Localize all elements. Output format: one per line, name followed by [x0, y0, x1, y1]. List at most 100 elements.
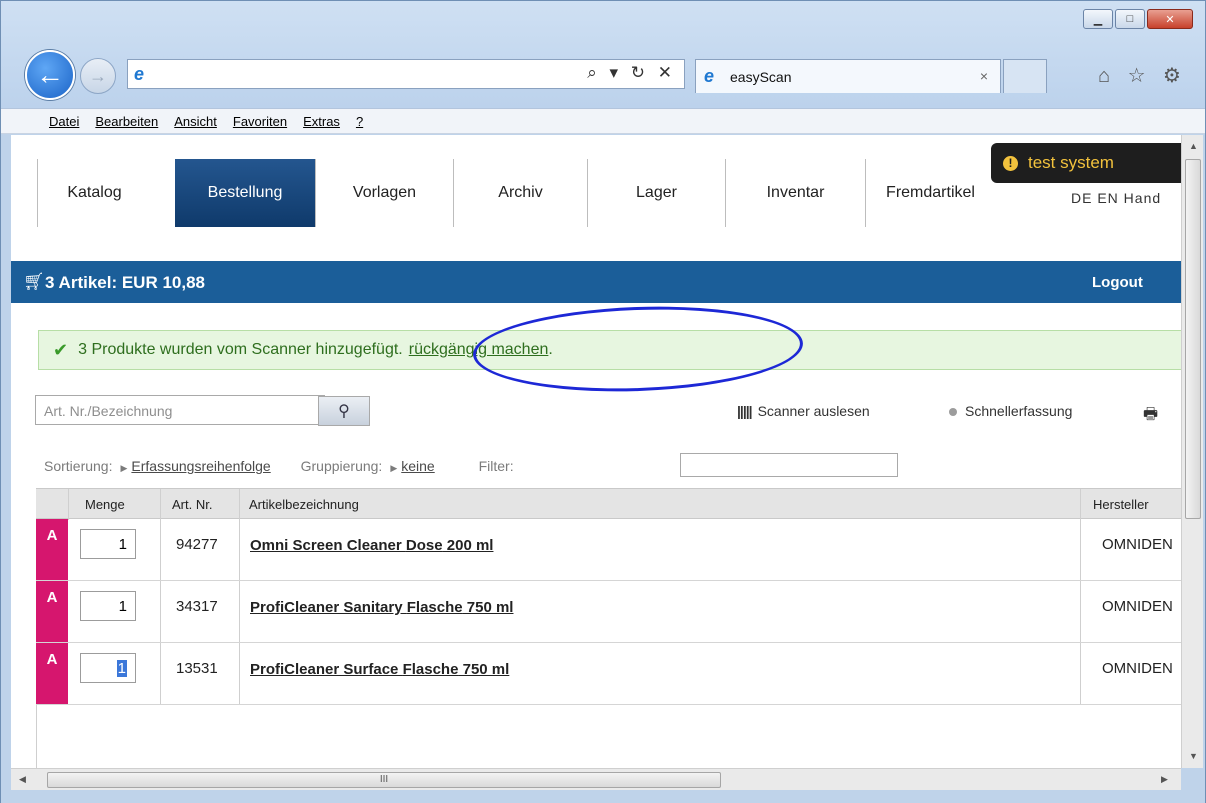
row-category-badge: A — [36, 643, 68, 704]
quick-entry-toggle[interactable]: Schnellerfassung — [949, 403, 1072, 419]
header-hersteller[interactable]: Hersteller — [1093, 497, 1149, 512]
status-bar — [1, 790, 1205, 803]
sort-group-row: Sortierung: ▶ Erfassungsreihenfolge Gruppi… — [44, 458, 514, 474]
col-divider — [160, 519, 161, 580]
menu-extras[interactable]: Extras — [303, 114, 340, 129]
sort-value-link[interactable]: Erfassungsreihenfolge — [131, 458, 270, 474]
success-text: 3 Produkte wurden vom Scanner hinzugefüg… — [78, 341, 403, 358]
header-menge[interactable]: Menge — [85, 497, 125, 512]
quantity-selected-value: 1 — [116, 660, 127, 677]
col-divider — [160, 489, 161, 520]
horizontal-scrollbar[interactable]: ◀ III ▶ — [11, 768, 1181, 790]
forward-button[interactable]: → — [80, 58, 116, 94]
back-button[interactable]: ← — [25, 50, 75, 100]
cart-icon: 🛒︎ — [23, 272, 45, 291]
language-switch[interactable]: DE EN Hand — [1071, 190, 1161, 206]
row-category-badge: A — [36, 519, 68, 580]
nav-fremdartikel[interactable]: Fremdartikel — [865, 159, 995, 227]
vertical-scrollbar[interactable]: ▲ ▼ — [1181, 135, 1203, 768]
forward-arrow-icon: → — [89, 65, 107, 86]
scroll-up-icon[interactable]: ▲ — [1189, 141, 1198, 151]
highlight-ellipse — [471, 301, 805, 397]
article-name-part: ProfiCleaner Sanitary — [250, 599, 407, 616]
filter-input[interactable] — [680, 453, 898, 477]
article-name-unit: Flasche — [406, 599, 463, 616]
article-name-link[interactable]: Omni Screen Cleaner Dose 200 ml — [250, 537, 493, 554]
nav-lager[interactable]: Lager — [587, 159, 725, 227]
search-button[interactable]: ⚲ — [318, 396, 370, 426]
col-divider — [239, 581, 240, 642]
address-bar[interactable]: e ⌕ ▾ ↻ ✕ — [127, 59, 685, 89]
col-divider — [68, 489, 69, 520]
scanner-label: Scanner auslesen — [757, 403, 870, 419]
nav-bestellung[interactable]: Bestellung — [175, 159, 315, 227]
scanner-read-button[interactable]: ||||| Scanner auslesen — [737, 403, 870, 419]
close-window-button[interactable]: ✕ — [1147, 9, 1193, 29]
article-name-size: 750 ml — [462, 599, 514, 616]
back-arrow-icon: ← — [36, 59, 64, 90]
cart-summary[interactable]: 3 Artikel: EUR 10,88 — [45, 273, 205, 293]
article-number: 13531 — [176, 660, 218, 677]
home-favorites-tools-icons[interactable]: ⌂ ☆ ⚙ — [1098, 63, 1187, 88]
article-name-unit: Flasche — [402, 661, 459, 678]
check-icon: ✔ — [53, 339, 69, 360]
quantity-input[interactable]: 1 — [80, 591, 136, 621]
table-row[interactable]: A 1 34317 ProfiCleaner Sanitary Flasche … — [36, 581, 1181, 643]
manufacturer: OMNIDEN — [1102, 598, 1173, 615]
browser-window: ▁ □ ✕ ← → e ⌕ ▾ ↻ ✕ e easyScan × ⌂ ☆ ⚙ D… — [0, 0, 1206, 803]
menu-datei[interactable]: Datei — [49, 114, 79, 129]
menu-ansicht[interactable]: Ansicht — [174, 114, 217, 129]
address-tools[interactable]: ⌕ ▾ ↻ ✕ — [587, 63, 676, 83]
table-row[interactable]: A 1 94277 Omni Screen Cleaner Dose 200 m… — [36, 519, 1181, 581]
browser-toolbar: ▁ □ ✕ ← → e ⌕ ▾ ↻ ✕ e easyScan × ⌂ ☆ ⚙ — [1, 1, 1205, 108]
page-viewport: Katalog Bestellung Vorlagen Archiv Lager… — [11, 135, 1181, 768]
article-name-link[interactable]: ProfiCleaner Surface Flasche 750 ml — [250, 661, 509, 678]
menu-favoriten[interactable]: Favoriten — [233, 114, 287, 129]
article-name-part: Omni Screen Cleaner — [250, 537, 406, 554]
search-icon: ⚲ — [338, 403, 350, 420]
scroll-down-icon[interactable]: ▼ — [1189, 751, 1198, 761]
menu-bar: Datei Bearbeiten Ansicht Favoriten Extra… — [1, 108, 1205, 134]
barcode-icon: ||||| — [737, 403, 753, 419]
nav-katalog[interactable]: Katalog — [37, 159, 151, 227]
warning-icon: ! — [1003, 155, 1018, 171]
menu-bearbeiten[interactable]: Bearbeiten — [95, 114, 158, 129]
horizontal-scroll-thumb[interactable]: III — [47, 772, 721, 788]
group-value-link[interactable]: keine — [401, 458, 434, 474]
search-input[interactable]: Art. Nr./Bezeichnung ⚲ — [35, 395, 370, 426]
sort-arrow-icon: ▶ — [120, 463, 128, 473]
article-name-link[interactable]: ProfiCleaner Sanitary Flasche 750 ml — [250, 599, 513, 616]
article-number: 94277 — [176, 536, 218, 553]
quick-entry-label: Schnellerfassung — [965, 403, 1073, 419]
col-divider — [36, 705, 37, 768]
ie-logo-icon: e — [134, 64, 145, 84]
vertical-scroll-thumb[interactable] — [1185, 159, 1201, 519]
quantity-input[interactable]: 1 — [80, 653, 136, 683]
logout-link[interactable]: Logout — [1092, 274, 1143, 291]
tab-easyscan[interactable]: e easyScan × — [695, 59, 1001, 93]
new-tab-button[interactable] — [1003, 59, 1047, 93]
quantity-input[interactable]: 1 — [80, 529, 136, 559]
article-name-part: ProfiCleaner Surface — [250, 661, 403, 678]
nav-inventar[interactable]: Inventar — [725, 159, 865, 227]
col-divider — [239, 643, 240, 704]
article-name-size: 200 ml — [442, 537, 494, 554]
header-artnr[interactable]: Art. Nr. — [172, 497, 212, 512]
ie-tab-icon: e — [704, 66, 715, 86]
scroll-right-icon[interactable]: ▶ — [1161, 774, 1168, 785]
maximize-button[interactable]: □ — [1115, 9, 1145, 29]
main-navigation: Katalog Bestellung Vorlagen Archiv Lager… — [11, 135, 1181, 261]
nav-archiv[interactable]: Archiv — [453, 159, 587, 227]
print-icon[interactable]: 🖶︎ — [1143, 403, 1158, 430]
col-divider — [239, 519, 240, 580]
nav-vorlagen[interactable]: Vorlagen — [315, 159, 453, 227]
minimize-button[interactable]: ▁ — [1083, 9, 1113, 29]
table-row[interactable]: A 1 13531 ProfiCleaner Surface Flasche 7… — [36, 643, 1181, 705]
header-bezeichnung[interactable]: Artikelbezeichnung — [249, 497, 359, 512]
group-arrow-icon: ▶ — [390, 463, 398, 473]
article-name-unit: Dose — [405, 537, 443, 554]
tab-close-icon[interactable]: × — [980, 68, 988, 84]
menu-help[interactable]: ? — [356, 114, 363, 129]
table-header: Menge Art. Nr. Artikelbezeichnung Herste… — [36, 488, 1181, 520]
scroll-left-icon[interactable]: ◀ — [19, 774, 26, 785]
